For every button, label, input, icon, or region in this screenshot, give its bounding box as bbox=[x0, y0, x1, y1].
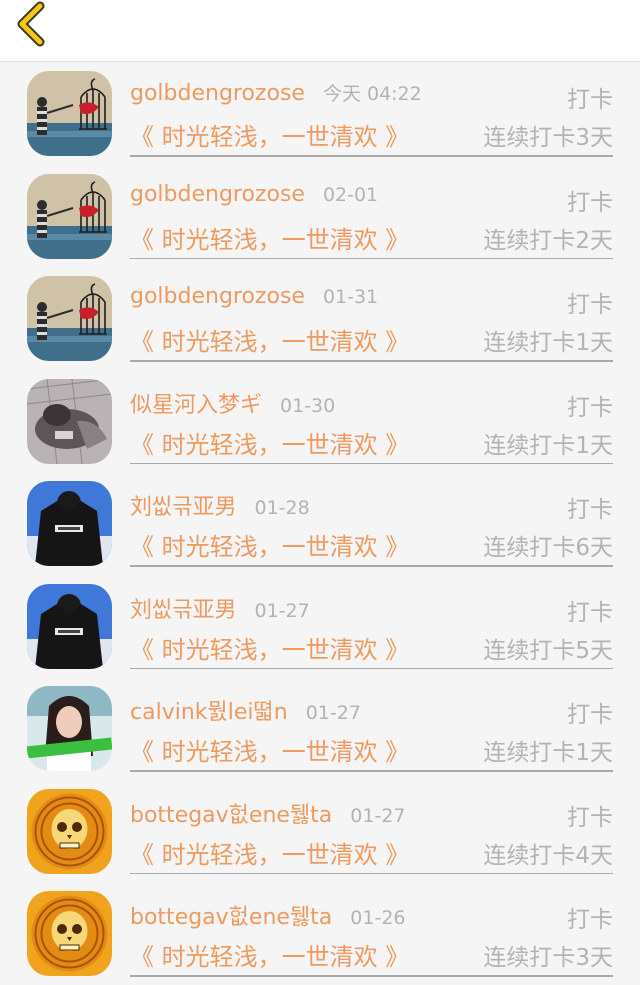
avatar[interactable] bbox=[27, 481, 112, 566]
avatar[interactable] bbox=[27, 378, 112, 464]
user-name-text: calvink뭜lei뗣n bbox=[130, 700, 288, 725]
streak-text: 连续打卡3天 bbox=[483, 945, 613, 971]
gray-photo-avatar-icon bbox=[27, 378, 112, 464]
list-item[interactable]: golbdengrozose 01-31 打卡 《 时光轻浅，一世清欢 》 连续… bbox=[0, 267, 640, 370]
row-divider bbox=[130, 770, 613, 772]
list-item[interactable]: 似星河入梦ギ 01-30 打卡 《 时光轻浅，一世清欢 》 连续打卡1天 bbox=[0, 370, 640, 473]
book-title[interactable]: 《 时光轻浅，一世清欢 》 bbox=[130, 937, 409, 972]
checkin-date: 01-26 bbox=[350, 907, 406, 929]
book-title[interactable]: 《 时光轻浅，一世清欢 》 bbox=[130, 220, 409, 255]
streak-text: 连续打卡4天 bbox=[483, 842, 613, 869]
hoodie-person-avatar-icon bbox=[27, 583, 112, 669]
checkin-date: 01-27 bbox=[350, 804, 406, 827]
book-title[interactable]: 《 时光轻浅，一世清欢 》 bbox=[130, 527, 409, 562]
list-item[interactable]: bottegav헚ene뒗ta 01-27 打卡 《 时光轻浅，一世清欢 》 连… bbox=[0, 780, 640, 883]
golden-skull-avatar-icon bbox=[27, 891, 112, 976]
streak-text: 连续打卡5天 bbox=[483, 637, 613, 664]
streak-text: 连续打卡6天 bbox=[483, 535, 613, 561]
user-name-text: bottegav헚ene뒗ta bbox=[130, 802, 333, 828]
checkin-type: 打卡 bbox=[567, 87, 613, 113]
avatar[interactable] bbox=[27, 71, 112, 156]
list-item[interactable]: golbdengrozose 今天 04:22 打卡 《 时光轻浅，一世清欢 》… bbox=[0, 62, 640, 165]
avatar[interactable] bbox=[27, 276, 112, 361]
user-name[interactable]: golbdengrozose 01-31 bbox=[130, 284, 378, 309]
checkin-date: 01-27 bbox=[305, 702, 361, 724]
checkin-date: 01-27 bbox=[254, 599, 310, 622]
book-title[interactable]: 《 时光轻浅，一世清欢 》 bbox=[130, 835, 409, 870]
checkin-type: 打卡 bbox=[567, 292, 613, 318]
user-name-text: 似星河入梦ギ bbox=[130, 392, 263, 418]
list-item[interactable]: golbdengrozose 02-01 打卡 《 时光轻浅，一世清欢 》 连续… bbox=[0, 165, 640, 268]
row-divider bbox=[130, 565, 613, 567]
back-button[interactable] bbox=[10, 0, 58, 50]
streak-text: 连续打卡1天 bbox=[483, 432, 613, 459]
checkin-type: 打卡 bbox=[567, 497, 613, 523]
row-divider bbox=[130, 872, 613, 874]
book-title[interactable]: 《 时光轻浅，一世清欢 》 bbox=[130, 630, 409, 665]
user-name[interactable]: golbdengrozose 今天 04:22 bbox=[130, 79, 422, 106]
user-name-text: golbdengrozose bbox=[130, 81, 305, 106]
checkin-type: 打卡 bbox=[567, 394, 613, 421]
checkin-type: 打卡 bbox=[567, 702, 613, 728]
user-name[interactable]: 似星河入梦ギ 01-30 bbox=[130, 387, 335, 419]
streak-text: 连续打卡3天 bbox=[483, 125, 613, 151]
user-name[interactable]: bottegav헚ene뒗ta 01-26 bbox=[130, 899, 406, 931]
checkin-date: 01-30 bbox=[280, 394, 336, 417]
avatar[interactable] bbox=[27, 173, 112, 259]
checkin-date: 今天 04:22 bbox=[322, 83, 422, 105]
list-item[interactable]: 刘씺귺亚男 01-28 打卡 《 时光轻浅，一世清欢 》 连续打卡6天 bbox=[0, 472, 640, 575]
user-name[interactable]: calvink뭜lei뗣n 01-27 bbox=[130, 694, 361, 726]
row-divider bbox=[130, 360, 613, 362]
book-title[interactable]: 《 时光轻浅，一世清欢 》 bbox=[130, 322, 409, 357]
user-name-text: 刘씺귺亚男 bbox=[130, 495, 237, 520]
chevron-left-icon bbox=[17, 1, 45, 47]
checkin-list: golbdengrozose 今天 04:22 打卡 《 时光轻浅，一世清欢 》… bbox=[0, 62, 640, 985]
row-divider bbox=[130, 257, 613, 259]
row-divider bbox=[130, 667, 613, 669]
golden-skull-avatar-icon bbox=[27, 788, 112, 874]
list-item[interactable]: bottegav헚ene뒗ta 01-26 打卡 《 时光轻浅，一世清欢 》 连… bbox=[0, 882, 640, 985]
avatar[interactable] bbox=[27, 583, 112, 669]
birdcage-avatar-icon bbox=[27, 173, 112, 259]
user-name[interactable]: bottegav헚ene뒗ta 01-27 bbox=[130, 797, 406, 829]
checkin-type: 打卡 bbox=[567, 189, 613, 216]
avatar[interactable] bbox=[27, 686, 112, 771]
birdcage-avatar-icon bbox=[27, 276, 112, 361]
checkin-date: 01-28 bbox=[254, 497, 310, 519]
avatar[interactable] bbox=[27, 788, 112, 874]
avatar[interactable] bbox=[27, 891, 112, 976]
book-title[interactable]: 《 时光轻浅，一世清欢 》 bbox=[130, 117, 409, 152]
checkin-type: 打卡 bbox=[567, 804, 613, 831]
streak-text: 连续打卡1天 bbox=[483, 740, 613, 766]
user-name[interactable]: 刘씺귺亚男 01-27 bbox=[130, 592, 310, 624]
checkin-type: 打卡 bbox=[567, 907, 613, 933]
user-name-text: 刘씺귺亚男 bbox=[130, 597, 237, 623]
streak-text: 连续打卡1天 bbox=[483, 330, 613, 356]
book-title[interactable]: 《 时光轻浅，一世清欢 》 bbox=[130, 425, 409, 460]
user-name-text: golbdengrozose bbox=[130, 284, 305, 309]
hoodie-person-avatar-icon bbox=[27, 481, 112, 566]
book-title[interactable]: 《 时光轻浅，一世清欢 》 bbox=[130, 732, 409, 767]
checkin-type: 打卡 bbox=[567, 599, 613, 626]
row-divider bbox=[130, 155, 613, 157]
checkin-date: 02-01 bbox=[322, 183, 379, 206]
user-name[interactable]: 刘씺귺亚男 01-28 bbox=[130, 489, 310, 521]
birdcage-avatar-icon bbox=[27, 71, 112, 156]
top-bar bbox=[0, 0, 640, 62]
user-name-text: bottegav헚ene뒗ta bbox=[130, 905, 333, 930]
list-item[interactable]: 刘씺귺亚男 01-27 打卡 《 时光轻浅，一世清欢 》 连续打卡5天 bbox=[0, 575, 640, 678]
girl-photo-avatar-icon bbox=[27, 686, 112, 771]
row-divider bbox=[130, 975, 613, 977]
checkin-date: 01-31 bbox=[322, 286, 379, 308]
user-name-text: golbdengrozose bbox=[130, 181, 305, 207]
streak-text: 连续打卡2天 bbox=[483, 227, 613, 254]
list-item[interactable]: calvink뭜lei뗣n 01-27 打卡 《 时光轻浅，一世清欢 》 连续打… bbox=[0, 677, 640, 780]
row-divider bbox=[130, 462, 613, 464]
user-name[interactable]: golbdengrozose 02-01 bbox=[130, 182, 378, 207]
